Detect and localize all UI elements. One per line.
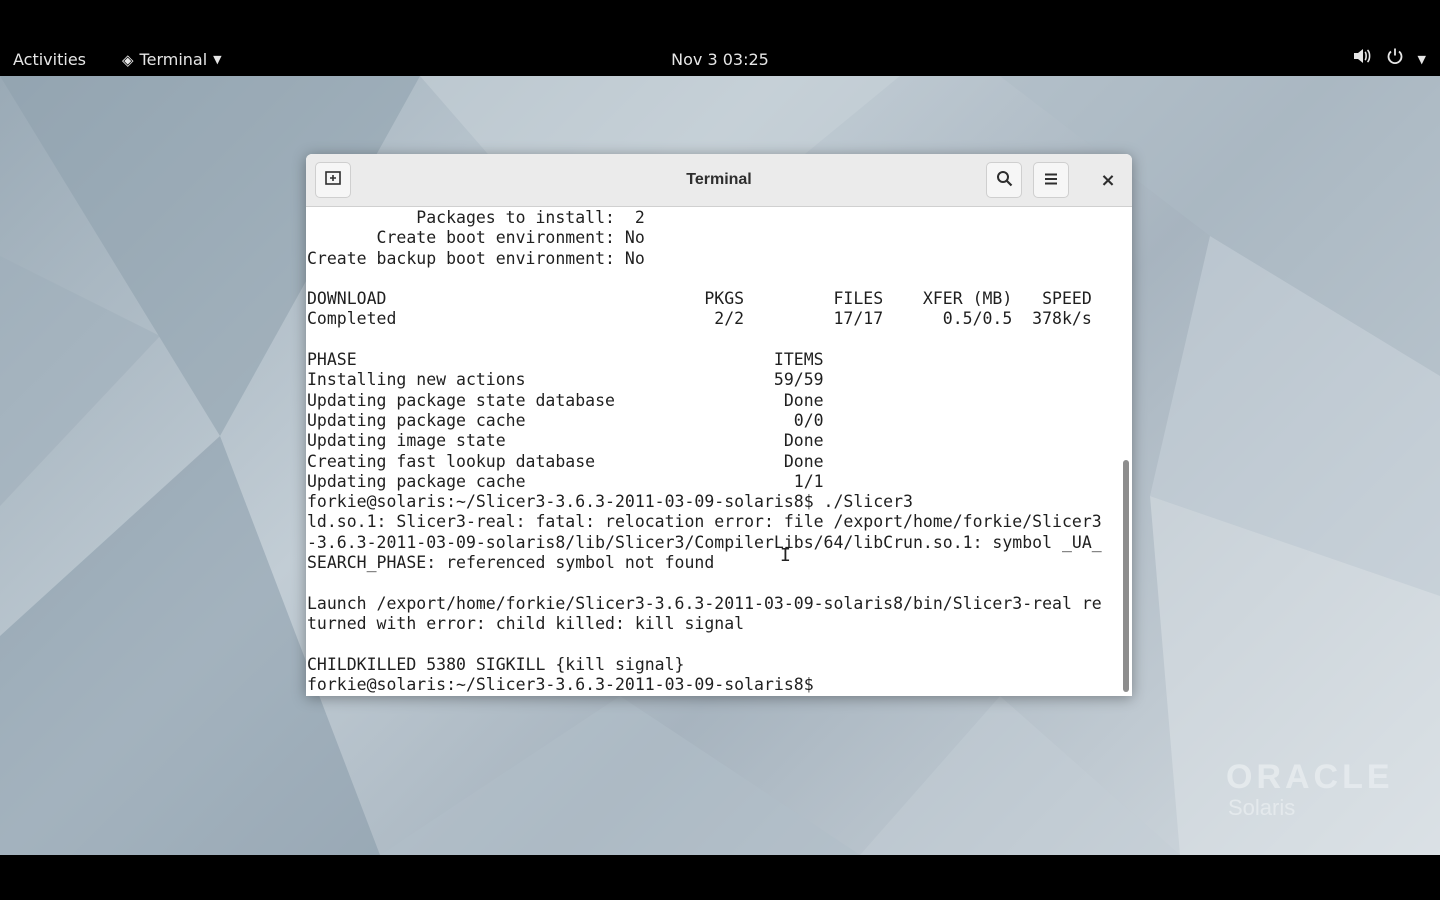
hamburger-menu-icon [1044, 171, 1058, 190]
top-bar: Activities ◈ Terminal ▼ Nov 3 03:25 ▼ [0, 44, 1440, 76]
close-icon: × [1100, 169, 1116, 191]
search-icon [996, 170, 1013, 191]
search-button[interactable] [986, 162, 1022, 198]
scrollbar-thumb[interactable] [1123, 460, 1129, 692]
terminal-line: PHASE ITEMS [307, 350, 824, 370]
menu-button[interactable] [1033, 162, 1069, 198]
screen: Activities ◈ Terminal ▼ Nov 3 03:25 ▼ OR… [0, 0, 1440, 900]
terminal-window[interactable]: Terminal × Packages to install: 2 Create… [306, 154, 1132, 696]
terminal-line: Launch /export/home/forkie/Slicer3-3.6.3… [307, 593, 1102, 613]
window-titlebar[interactable]: Terminal × [306, 154, 1132, 207]
terminal-line: Installing new actions 59/59 [307, 370, 824, 390]
power-icon [1386, 44, 1404, 76]
clock[interactable]: Nov 3 03:25 [0, 44, 1440, 76]
scrollbar[interactable] [1121, 207, 1129, 696]
terminal-line: forkie@solaris:~/Slicer3-3.6.3-2011-03-0… [307, 674, 824, 694]
terminal-line: DOWNLOAD PKGS FILES XFER (MB) SPEED [307, 289, 1092, 309]
terminal-line: Create boot environment: No [307, 228, 645, 248]
terminal-line: ld.so.1: Slicer3-real: fatal: relocation… [307, 512, 1102, 532]
terminal-line: Updating package cache 1/1 [307, 471, 824, 491]
terminal-line: Creating fast lookup database Done [307, 451, 824, 471]
terminal-line: Completed 2/2 17/17 0.5/0.5 378k/s [307, 309, 1092, 329]
terminal-line: Create backup boot environment: No [307, 248, 645, 268]
logo-brand: ORACLE [1226, 758, 1394, 796]
system-tray[interactable]: ▼ [1352, 44, 1426, 76]
terminal-line: Updating image state Done [307, 431, 824, 451]
terminal-line: Packages to install: 2 [307, 208, 645, 227]
oracle-solaris-logo: ORACLE Solaris [1226, 758, 1394, 821]
terminal-line: -3.6.3-2011-03-09-solaris8/lib/Slicer3/C… [307, 532, 1102, 552]
new-tab-icon [324, 169, 342, 191]
text-cursor-icon: I [780, 545, 791, 566]
terminal-line: CHILDKILLED 5380 SIGKILL {kill signal} [307, 654, 685, 674]
terminal-line: Updating package cache 0/0 [307, 410, 824, 430]
logo-product: Solaris [1228, 795, 1296, 820]
terminal-line: Updating package state database Done [307, 390, 824, 410]
close-button[interactable]: × [1090, 162, 1126, 198]
terminal-line: SEARCH_PHASE: referenced symbol not foun… [307, 553, 715, 573]
clock-label: Nov 3 03:25 [671, 50, 769, 69]
terminal-output[interactable]: Packages to install: 2 Create boot envir… [306, 208, 1119, 695]
new-tab-button[interactable] [315, 162, 351, 198]
bottom-bar [0, 855, 1440, 900]
terminal-body[interactable]: Packages to install: 2 Create boot envir… [306, 207, 1132, 696]
terminal-line: turned with error: child killed: kill si… [307, 613, 745, 633]
volume-icon [1352, 44, 1372, 76]
chevron-down-icon: ▼ [1417, 53, 1426, 66]
terminal-line: forkie@solaris:~/Slicer3-3.6.3-2011-03-0… [307, 492, 913, 512]
